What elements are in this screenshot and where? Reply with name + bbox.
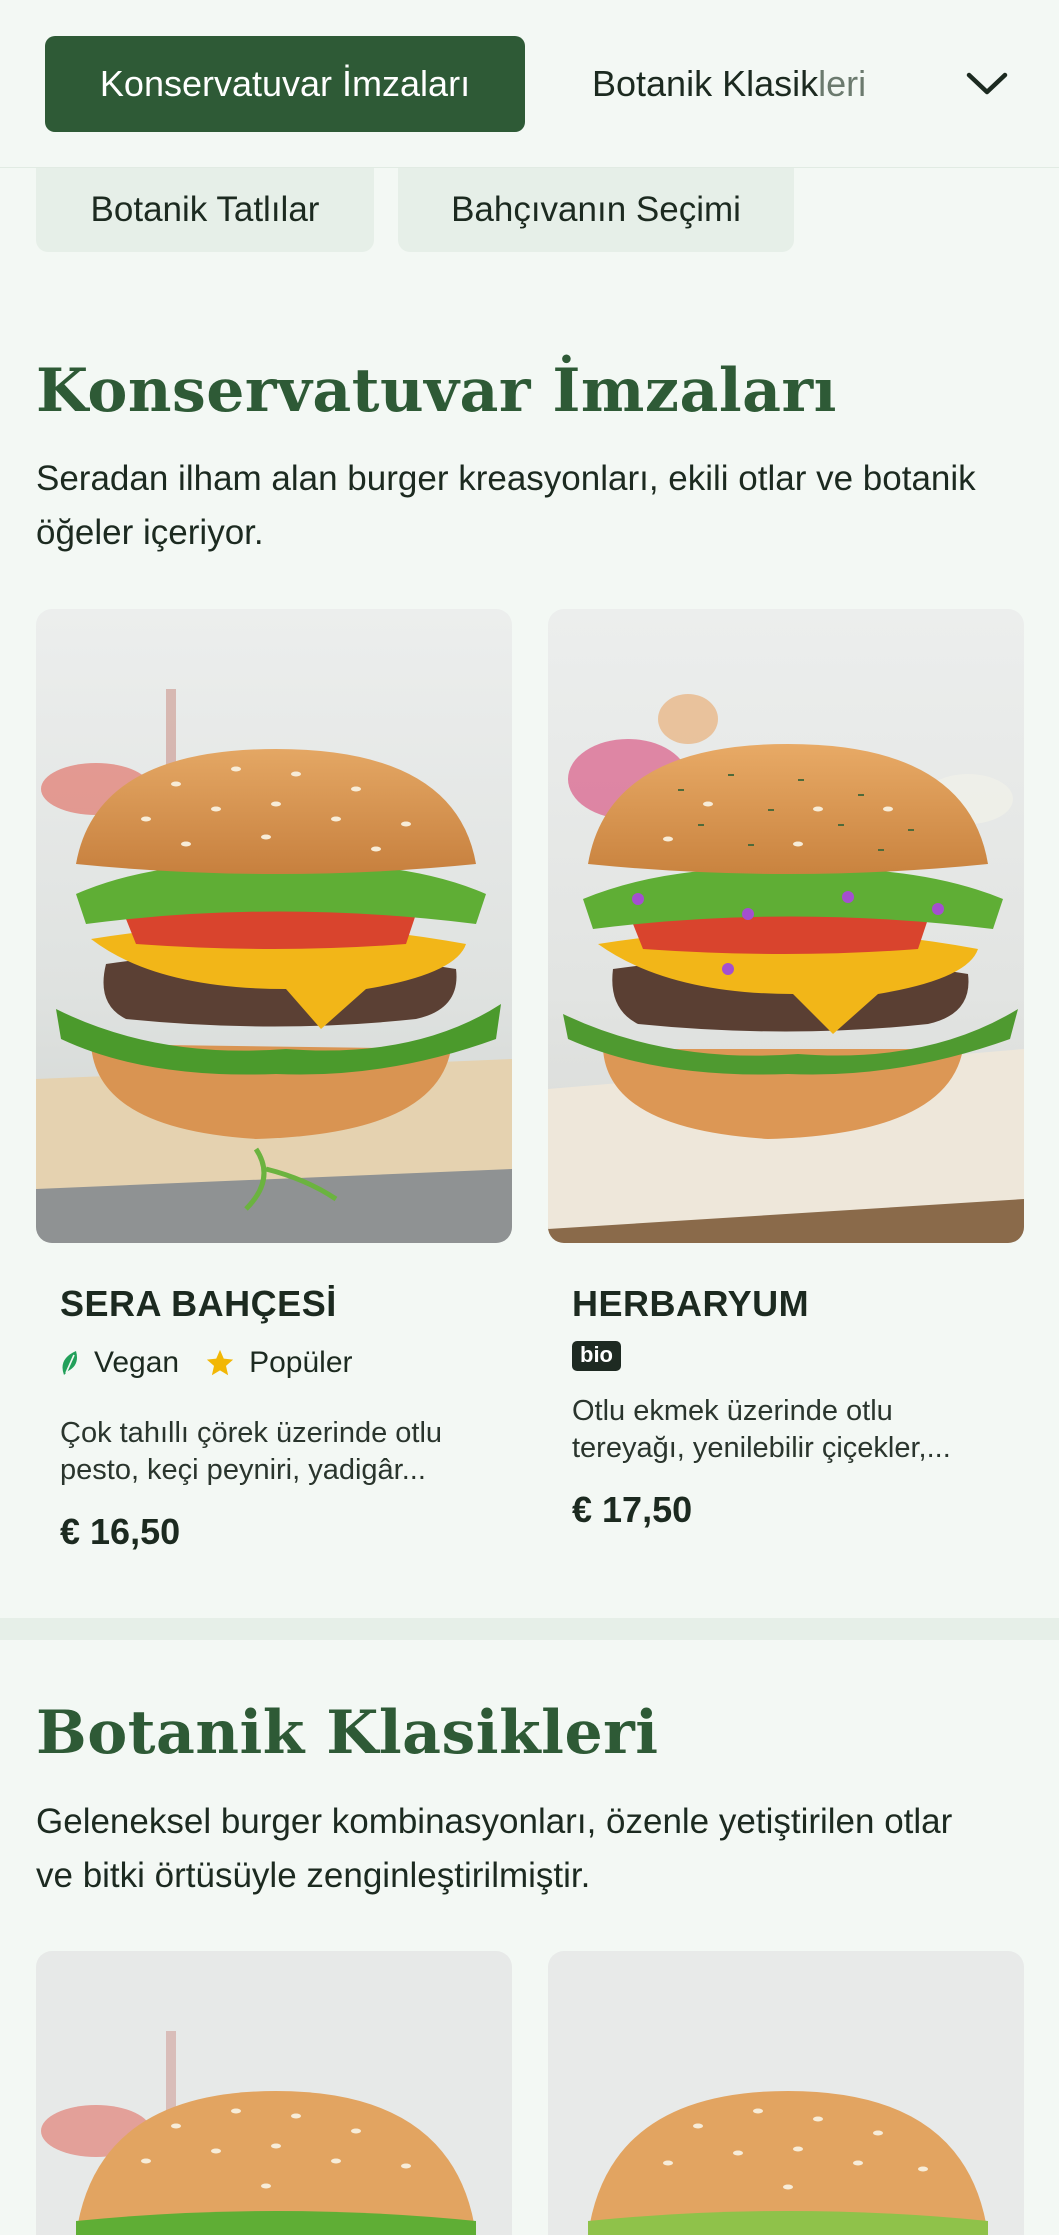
tab-label: Konservatuvar İmzaları bbox=[99, 63, 471, 104]
tag-vegan: Vegan bbox=[60, 1346, 179, 1380]
chevron-down-icon bbox=[966, 72, 1008, 95]
card-body: HERBARYUM bio Otlu ekmek üzerinde otlu t… bbox=[548, 1243, 1024, 1531]
item-price: € 17,50 bbox=[572, 1489, 693, 1530]
tab-label: Botanik Klasik bbox=[592, 63, 819, 104]
leaf-icon bbox=[62, 1351, 77, 1375]
burger-photo bbox=[548, 1951, 1024, 2235]
section-title: Konservatuvar İmzaları bbox=[36, 356, 837, 426]
chip-label: Bahçıvanın Seçimi bbox=[451, 190, 741, 229]
item-name: HERBARYUM bbox=[572, 1283, 810, 1324]
burger-photo bbox=[36, 609, 512, 1243]
tag-popular: Popüler bbox=[205, 1346, 353, 1380]
tag-label: Popüler bbox=[249, 1346, 353, 1379]
card-body: SERA BAHÇESİ Vegan Popüler Çok tahıllı ç… bbox=[36, 1243, 512, 1553]
menu-item-card[interactable] bbox=[548, 1951, 1024, 2235]
item-price: € 16,50 bbox=[60, 1511, 181, 1552]
star-icon bbox=[206, 1349, 234, 1376]
chip-botanik-tatlilar[interactable]: Botanik Tatlılar bbox=[36, 168, 374, 252]
tab-label-fade: leri bbox=[818, 63, 867, 104]
tab-konservatuvar-imzalari[interactable]: Konservatuvar İmzaları bbox=[45, 36, 525, 132]
category-nav: Konservatuvar İmzaları Botanik Klasik ler… bbox=[0, 0, 1059, 168]
section-description: Geleneksel burger kombinasyonları, özenl… bbox=[36, 1802, 953, 1895]
tag-label: Vegan bbox=[94, 1346, 180, 1379]
menu-item-card[interactable] bbox=[36, 1951, 512, 2235]
bio-badge: bio bbox=[572, 1341, 621, 1371]
item-description: Çok tahıllı çörek üzerinde otlu pesto, k… bbox=[60, 1417, 443, 1486]
category-chips: Botanik Tatlılar Bahçıvanın Seçimi bbox=[0, 168, 1059, 252]
chip-label: Botanik Tatlılar bbox=[90, 190, 320, 229]
chip-bahcivanin-secimi[interactable]: Bahçıvanın Seçimi bbox=[398, 168, 794, 252]
item-name: SERA BAHÇESİ bbox=[60, 1283, 337, 1324]
section-description: Seradan ilham alan burger kreasyonları, … bbox=[36, 459, 976, 552]
item-tags: bio bbox=[572, 1339, 1000, 1373]
menu-item-card[interactable]: SERA BAHÇESİ Vegan Popüler Çok tahıllı ç… bbox=[36, 609, 512, 1553]
burger-photo bbox=[548, 609, 1024, 1243]
expand-categories-button[interactable] bbox=[950, 50, 1024, 118]
menu-item-card[interactable]: HERBARYUM bio Otlu ekmek üzerinde otlu t… bbox=[548, 609, 1024, 1531]
item-tags: Vegan Popüler bbox=[60, 1343, 488, 1383]
burger-photo bbox=[36, 1951, 512, 2235]
section-title: Botanik Klasikleri bbox=[36, 1698, 659, 1768]
tab-botanik-klasikleri[interactable]: Botanik Klasik leri bbox=[592, 36, 866, 132]
item-description: Otlu ekmek üzerinde otlu tereyağı, yenil… bbox=[572, 1395, 951, 1464]
section-divider bbox=[0, 1618, 1059, 1640]
